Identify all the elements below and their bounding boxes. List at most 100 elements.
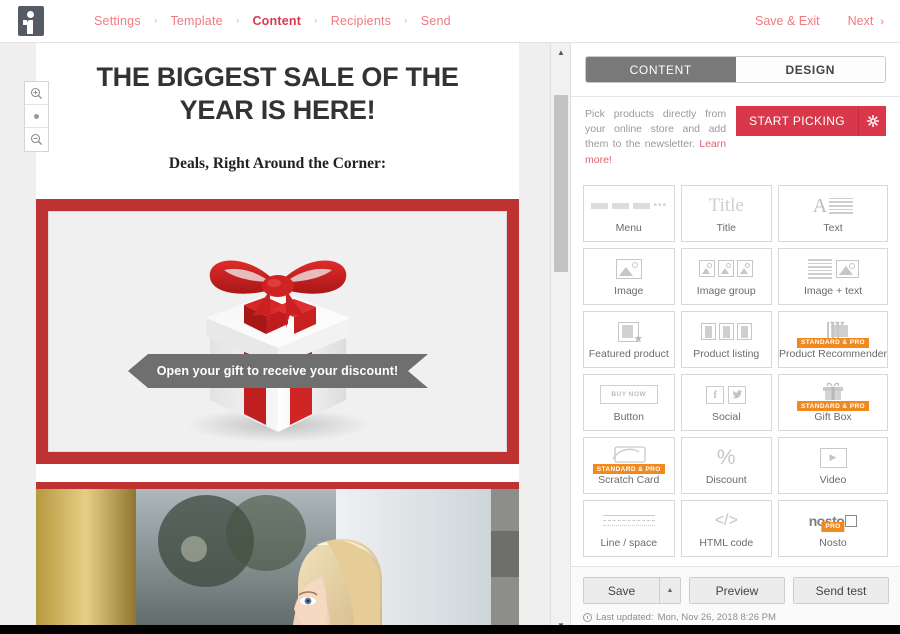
email-subheadline[interactable]: Deals, Right Around the Corner: bbox=[36, 155, 519, 173]
breadcrumb-separator-icon: › bbox=[314, 15, 318, 27]
gear-icon[interactable] bbox=[859, 106, 886, 136]
standard-pro-badge: STANDARD & PRO bbox=[797, 401, 870, 412]
block-html-code[interactable]: </> HTML code bbox=[680, 499, 773, 557]
block-label: Title bbox=[716, 221, 736, 234]
code-glyph: </> bbox=[714, 511, 738, 529]
block-label: Discount bbox=[705, 473, 747, 486]
save-dropdown-caret-icon[interactable]: ▲ bbox=[659, 577, 681, 604]
block-label: Image bbox=[614, 284, 644, 297]
block-product-listing[interactable]: Product listing bbox=[680, 310, 773, 368]
block-label: Line / space bbox=[600, 536, 658, 549]
block-product-recommender[interactable]: ♥ ♥ ♥ STANDARD & PRO Product Recommender bbox=[778, 310, 888, 368]
scratch-card-icon: STANDARD & PRO bbox=[592, 445, 665, 475]
block-video[interactable]: ▶ Video bbox=[778, 436, 888, 494]
block-button[interactable]: BUY NOW Button bbox=[583, 373, 675, 431]
email-preview-area: THE BIGGEST SALE OF THE YEAR IS HERE! De… bbox=[0, 43, 570, 634]
block-menu[interactable]: ••• Menu bbox=[583, 184, 675, 242]
block-gift-box[interactable]: STANDARD & PRO Gift Box bbox=[778, 373, 888, 431]
title-glyph: Title bbox=[708, 194, 744, 216]
breadcrumb-item-send[interactable]: Send bbox=[421, 12, 451, 30]
block-scratch-card[interactable]: STANDARD & PRO Scratch Card bbox=[583, 436, 675, 494]
breadcrumb-item-content[interactable]: Content bbox=[252, 12, 301, 30]
scroll-up-arrow-icon[interactable]: ▲ bbox=[551, 43, 571, 61]
facebook-icon: f bbox=[706, 385, 725, 404]
block-label: HTML code bbox=[699, 536, 754, 549]
content-blocks-panel: CONTENT DESIGN Pick products directly fr… bbox=[570, 43, 900, 634]
zoom-reset-icon[interactable] bbox=[25, 105, 48, 128]
email-gift-block[interactable]: Open your gift to receive your discount! bbox=[36, 198, 519, 464]
email-photo-block[interactable] bbox=[36, 481, 519, 634]
start-picking-group: START PICKING bbox=[736, 106, 886, 136]
save-button[interactable]: Save bbox=[583, 577, 659, 604]
gift-box-image bbox=[185, 260, 370, 442]
gift-banner: Open your gift to receive your discount! bbox=[127, 352, 428, 390]
preview-button[interactable]: Preview bbox=[689, 577, 785, 604]
zoom-in-icon[interactable] bbox=[25, 82, 48, 105]
top-navigation-bar: Settings › Template › Content › Recipien… bbox=[0, 0, 900, 43]
scrollbar-thumb[interactable] bbox=[554, 95, 568, 272]
pro-badge: PRO bbox=[821, 521, 845, 532]
block-label: Featured product bbox=[588, 347, 669, 360]
last-updated-status: Last updated: Mon, Nov 26, 2018 8:26 PM bbox=[583, 612, 889, 623]
preview-scrollbar[interactable]: ▲ ▼ bbox=[550, 43, 570, 634]
nosto-mark-icon bbox=[845, 514, 858, 527]
html-code-icon: </> bbox=[715, 508, 738, 534]
send-test-button[interactable]: Send test bbox=[793, 577, 889, 604]
block-label: Product Recommender bbox=[779, 347, 887, 360]
app-logo[interactable] bbox=[0, 0, 62, 43]
save-and-exit-button[interactable]: Save & Exit bbox=[755, 14, 820, 28]
block-image-group[interactable]: Image group bbox=[680, 247, 773, 305]
discount-icon: % bbox=[717, 445, 736, 471]
start-picking-button[interactable]: START PICKING bbox=[736, 106, 859, 136]
email-canvas[interactable]: THE BIGGEST SALE OF THE YEAR IS HERE! De… bbox=[36, 43, 519, 634]
zoom-in-glyph bbox=[30, 87, 43, 99]
bottom-black-bar bbox=[0, 625, 900, 634]
block-featured-product[interactable]: ★ Featured product bbox=[583, 310, 675, 368]
breadcrumb-item-recipients[interactable]: Recipients bbox=[331, 12, 391, 30]
block-label: Scratch Card bbox=[598, 473, 660, 486]
image-icon bbox=[615, 256, 642, 282]
breadcrumb-separator-icon: › bbox=[154, 15, 158, 27]
zoom-controls bbox=[24, 81, 49, 152]
block-line-space[interactable]: Line / space bbox=[583, 499, 675, 557]
block-image[interactable]: Image bbox=[583, 247, 675, 305]
zoom-out-icon[interactable] bbox=[25, 128, 48, 151]
email-headline[interactable]: THE BIGGEST SALE OF THE YEAR IS HERE! bbox=[36, 61, 519, 127]
block-discount[interactable]: % Discount bbox=[680, 436, 773, 494]
block-nosto[interactable]: nosto PRO Nosto bbox=[778, 499, 888, 557]
percent-glyph: % bbox=[716, 446, 736, 470]
model-photo bbox=[36, 488, 519, 634]
line-space-icon bbox=[602, 508, 655, 534]
content-blocks-grid: ••• Menu Title Title A Text Image Image … bbox=[583, 184, 888, 557]
block-label: Image + text bbox=[803, 284, 863, 297]
block-label: Social bbox=[711, 410, 741, 423]
scratch-card-glyph bbox=[612, 446, 646, 464]
tab-design[interactable]: DESIGN bbox=[735, 57, 885, 82]
button-glyph: BUY NOW bbox=[599, 385, 658, 405]
block-label: Video bbox=[819, 473, 847, 486]
image-text-icon bbox=[807, 256, 859, 282]
breadcrumb-separator-icon: › bbox=[236, 15, 240, 27]
block-label: Text bbox=[823, 221, 843, 234]
standard-pro-badge: STANDARD & PRO bbox=[592, 464, 665, 475]
block-label: Button bbox=[613, 410, 644, 423]
breadcrumb-item-template[interactable]: Template bbox=[170, 12, 222, 30]
twitter-icon bbox=[728, 385, 747, 404]
title-icon: Title bbox=[709, 193, 744, 219]
block-title[interactable]: Title Title bbox=[680, 184, 773, 242]
next-button[interactable]: Next › bbox=[848, 14, 884, 28]
block-social[interactable]: f Social bbox=[680, 373, 773, 431]
gift-block-inner: Open your gift to receive your discount! bbox=[48, 210, 507, 452]
image-group-icon bbox=[699, 256, 754, 282]
block-image-text[interactable]: Image + text bbox=[778, 247, 888, 305]
text-glyph: A bbox=[812, 194, 828, 217]
product-picker-promo: Pick products directly from your online … bbox=[571, 96, 900, 179]
tab-content[interactable]: CONTENT bbox=[586, 57, 736, 82]
breadcrumb-item-settings[interactable]: Settings bbox=[94, 12, 141, 30]
last-updated-value: Mon, Nov 26, 2018 8:26 PM bbox=[657, 612, 776, 623]
block-text[interactable]: A Text bbox=[778, 184, 888, 242]
block-label: Nosto bbox=[819, 536, 847, 549]
play-glyph: ▶ bbox=[819, 447, 847, 468]
block-label: Image group bbox=[696, 284, 756, 297]
next-label: Next bbox=[847, 14, 874, 28]
